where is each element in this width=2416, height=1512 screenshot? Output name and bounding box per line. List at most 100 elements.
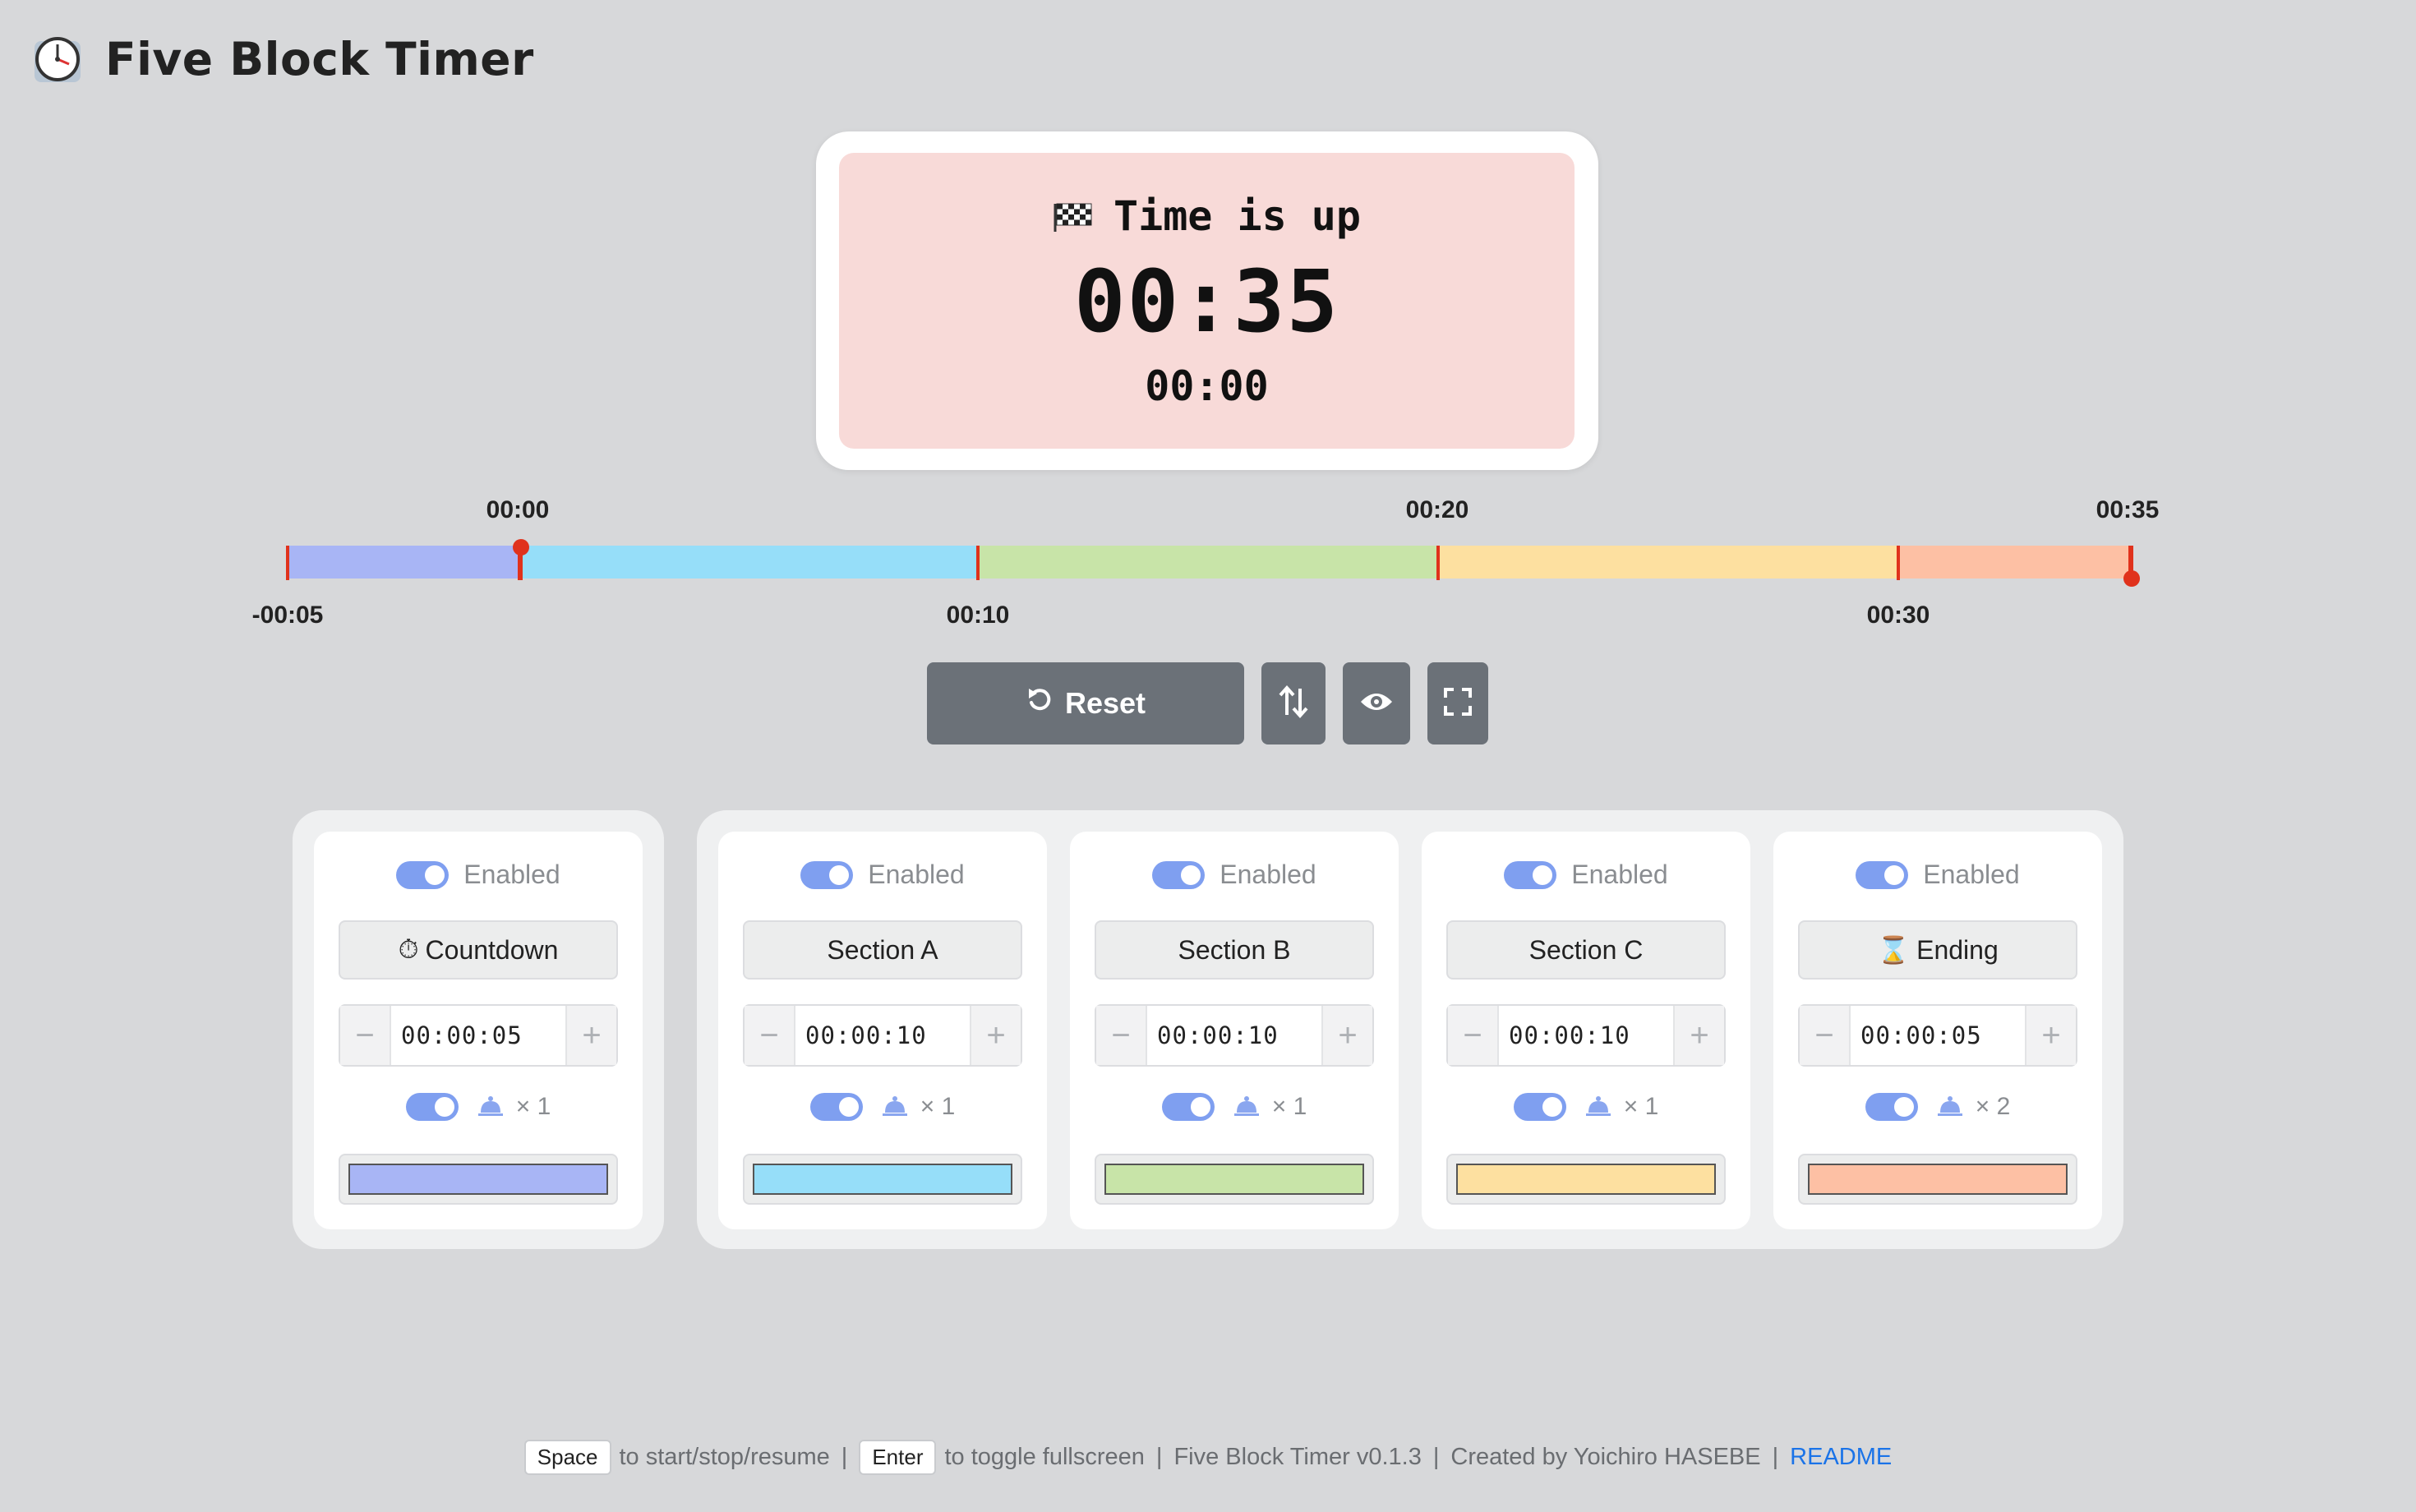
enter-key: Enter [859, 1440, 937, 1475]
enabled-toggle[interactable] [1152, 860, 1206, 889]
block-card: Enabled Section B −00:00:10 + × 1 [1070, 832, 1399, 1229]
clock-logo-icon [33, 35, 82, 84]
enabled-toggle[interactable] [1504, 860, 1557, 889]
timeline-label-top: 00:35 [2096, 496, 2160, 523]
chime-toggle[interactable] [809, 1093, 863, 1121]
timer-display-inner: Time is up 00:35 00:00 [839, 153, 1575, 449]
timeline-tick [976, 546, 980, 580]
enabled-row: Enabled [314, 860, 643, 890]
color-picker[interactable] [1446, 1154, 1726, 1205]
block-name-text: Countdown [425, 934, 559, 965]
timeline-label-bottom: -00:05 [251, 602, 324, 629]
status-line: Time is up [839, 192, 1575, 240]
chime-count: × 1 [515, 1093, 551, 1120]
bell-icon [1936, 1095, 1964, 1119]
block-card: Enabled Section A −00:00:10 + × 1 [718, 832, 1047, 1229]
start-marker-dot [513, 539, 529, 555]
increment-button[interactable]: + [971, 1006, 1021, 1065]
duration-stepper: −00:00:05 + [339, 1004, 618, 1067]
timeline-segment-countdown [288, 546, 518, 579]
color-picker[interactable] [339, 1154, 618, 1205]
increment-button[interactable]: + [1675, 1006, 1724, 1065]
app-header: Five Block Timer [33, 33, 534, 85]
space-key: Space [523, 1440, 611, 1475]
block-name-input[interactable]: ⌛ Ending [1798, 920, 2077, 980]
timeline-tick [286, 546, 289, 580]
footer-separator: | [841, 1444, 848, 1470]
duration-input[interactable]: 00:00:10 [1146, 1006, 1323, 1065]
footer: Space to start/stop/resume | Enter to toggle… [0, 1440, 2416, 1475]
chime-count: × 2 [1975, 1093, 2011, 1120]
decrement-button[interactable]: − [1448, 1006, 1497, 1065]
footer-separator: | [1155, 1444, 1163, 1470]
decrement-button[interactable]: − [1096, 1006, 1146, 1065]
timeline-label-top: 00:00 [486, 496, 550, 523]
timeline-label-bottom: 00:30 [1866, 602, 1930, 629]
block-name-input[interactable]: Section B [1095, 920, 1374, 980]
timeline-segment-section-b [978, 546, 1438, 579]
swap-order-button[interactable] [1261, 662, 1326, 744]
duration-input[interactable]: 00:00:05 [390, 1006, 567, 1065]
increment-button[interactable]: + [2026, 1006, 2076, 1065]
duration-input[interactable]: 00:00:10 [1497, 1006, 1675, 1065]
timeline-bar[interactable] [286, 546, 2132, 580]
duration-stepper: −00:00:10 + [1446, 1004, 1726, 1067]
enabled-toggle[interactable] [1856, 860, 1909, 889]
duration-input[interactable]: 00:00:10 [794, 1006, 971, 1065]
block-name-text: Section C [1528, 934, 1644, 965]
chime-count: × 1 [1271, 1093, 1307, 1120]
chime-toggle[interactable] [405, 1093, 459, 1121]
color-picker[interactable] [1095, 1154, 1374, 1205]
block-name-input[interactable]: Section A [743, 920, 1022, 980]
duration-stepper: −00:00:10 + [1095, 1004, 1374, 1067]
color-picker[interactable] [743, 1154, 1022, 1205]
increment-button[interactable]: + [567, 1006, 616, 1065]
decrement-button[interactable]: − [340, 1006, 390, 1065]
reset-button[interactable]: Reset [927, 662, 1244, 744]
enabled-label: Enabled [463, 860, 560, 889]
color-swatch [1456, 1164, 1716, 1195]
enabled-toggle[interactable] [396, 860, 450, 889]
enabled-label: Enabled [868, 860, 965, 889]
increment-button[interactable]: + [1323, 1006, 1372, 1065]
enabled-row: Enabled [1422, 860, 1750, 890]
app-title: Five Block Timer [105, 33, 534, 85]
decrement-button[interactable]: − [1800, 1006, 1849, 1065]
duration-input[interactable]: 00:00:05 [1849, 1006, 2026, 1065]
timeline-tick [1436, 546, 1440, 580]
chime-toggle[interactable] [1865, 1093, 1918, 1121]
space-hint: to start/stop/resume [619, 1444, 830, 1470]
color-picker[interactable] [1798, 1154, 2077, 1205]
readme-link[interactable]: README [1790, 1444, 1892, 1470]
timeline-label-bottom: 00:10 [946, 602, 1010, 629]
reset-label: Reset [1064, 686, 1146, 720]
chime-row: × 1 [314, 1093, 643, 1121]
enabled-label: Enabled [1571, 860, 1668, 889]
chime-row: × 2 [1773, 1093, 2102, 1121]
chime-toggle[interactable] [1161, 1093, 1215, 1121]
playhead-dot[interactable] [2123, 570, 2140, 587]
eye-icon [1359, 689, 1394, 718]
main-time: 00:35 [1073, 251, 1340, 352]
chime-count: × 1 [1623, 1093, 1659, 1120]
duration-stepper: −00:00:10 + [743, 1004, 1022, 1067]
chime-row: × 1 [1070, 1093, 1399, 1121]
checkered-flag-icon [1053, 194, 1094, 232]
enter-hint: to toggle fullscreen [944, 1444, 1145, 1470]
block-name-icon: ⏱ [398, 934, 419, 964]
sub-time: 00:00 [1145, 362, 1269, 410]
color-swatch [1808, 1164, 2068, 1195]
duration-stepper: −00:00:05 + [1798, 1004, 2077, 1067]
block-name-input[interactable]: ⏱ Countdown [339, 920, 618, 980]
visibility-button[interactable] [1343, 662, 1410, 744]
block-name-text: Section A [827, 934, 938, 965]
block-name-input[interactable]: Section C [1446, 920, 1726, 980]
block-card: Enabled ⌛ Ending −00:00:05 + × 2 [1773, 832, 2102, 1229]
fullscreen-button[interactable] [1427, 662, 1488, 744]
decrement-button[interactable]: − [745, 1006, 794, 1065]
enabled-toggle[interactable] [800, 860, 854, 889]
chime-row: × 1 [1422, 1093, 1750, 1121]
version-text: Five Block Timer v0.1.3 [1173, 1444, 1422, 1470]
chime-toggle[interactable] [1513, 1093, 1566, 1121]
color-swatch [1104, 1164, 1364, 1195]
